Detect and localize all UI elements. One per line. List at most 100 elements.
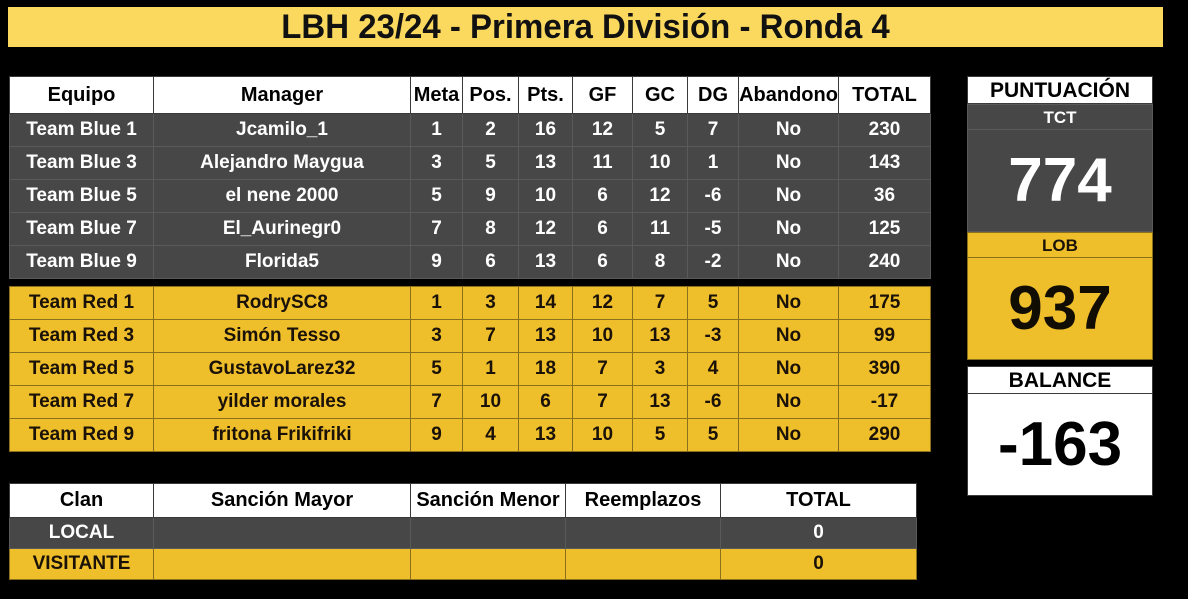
tct-value: 774 <box>967 130 1153 232</box>
cell-manager: Florida5 <box>153 245 411 279</box>
col-header-dg[interactable]: DG <box>687 76 739 114</box>
cell-reemplazos <box>565 517 721 549</box>
table-row[interactable]: Team Blue 9 Florida5 9 6 13 6 8 -2 No 24… <box>9 245 931 279</box>
cell-dg: -6 <box>687 385 739 419</box>
cell-pts: 18 <box>518 352 573 386</box>
standings-header-row: Equipo Manager Meta Pos. Pts. GF GC DG A… <box>9 76 931 114</box>
cell-gf: 6 <box>572 245 633 279</box>
cell-abandono: No <box>738 113 839 147</box>
cell-manager: El_Aurinegr0 <box>153 212 411 246</box>
cell-manager: Simón Tesso <box>153 319 411 353</box>
standings-blue-body: Team Blue 1 Jcamilo_1 1 2 16 12 5 7 No 2… <box>9 113 931 279</box>
cell-dg: -2 <box>687 245 739 279</box>
cell-pts: 16 <box>518 113 573 147</box>
cell-gf: 10 <box>572 319 633 353</box>
cell-meta: 9 <box>410 418 463 452</box>
cell-meta: 5 <box>410 352 463 386</box>
cell-meta: 3 <box>410 319 463 353</box>
col-header-equipo[interactable]: Equipo <box>9 76 154 114</box>
standings-red-body: Team Red 1 RodrySC8 1 3 14 12 7 5 No 175… <box>9 286 931 452</box>
cell-equipo: Team Blue 7 <box>9 212 154 246</box>
cell-gf: 12 <box>572 286 633 320</box>
cell-gf: 6 <box>572 212 633 246</box>
table-row[interactable]: Team Red 9 fritona Frikifriki 9 4 13 10 … <box>9 418 931 452</box>
table-row[interactable]: Team Blue 1 Jcamilo_1 1 2 16 12 5 7 No 2… <box>9 113 931 147</box>
cell-gc: 7 <box>632 286 688 320</box>
title-banner: LBH 23/24 - Primera División - Ronda 4 <box>8 7 1163 47</box>
cell-equipo: Team Red 3 <box>9 319 154 353</box>
scoreboard-title-block: PUNTUACIÓN <box>967 76 1153 104</box>
scoreboard-panel: PUNTUACIÓN TCT 774 LOB 937 BALANCE -163 <box>967 76 1153 496</box>
cell-equipo: Team Blue 5 <box>9 179 154 213</box>
sanctions-table: Clan Sanción Mayor Sanción Menor Reempla… <box>9 483 917 580</box>
col-header-total[interactable]: TOTAL <box>838 76 931 114</box>
col-header-gc[interactable]: GC <box>632 76 688 114</box>
col-header-manager[interactable]: Manager <box>153 76 411 114</box>
cell-meta: 5 <box>410 179 463 213</box>
cell-total: 390 <box>838 352 931 386</box>
standings-table-container: Equipo Manager Meta Pos. Pts. GF GC DG A… <box>9 76 931 452</box>
page-title: LBH 23/24 - Primera División - Ronda 4 <box>281 8 890 46</box>
table-row[interactable]: Team Blue 5 el nene 2000 5 9 10 6 12 -6 … <box>9 179 931 213</box>
col-header-abandono[interactable]: Abandono <box>738 76 839 114</box>
standings-table-red: Team Red 1 RodrySC8 1 3 14 12 7 5 No 175… <box>9 286 931 452</box>
table-row[interactable]: LOCAL 0 <box>9 517 917 549</box>
table-row[interactable]: Team Blue 7 El_Aurinegr0 7 8 12 6 11 -5 … <box>9 212 931 246</box>
table-row[interactable]: Team Red 3 Simón Tesso 3 7 13 10 13 -3 N… <box>9 319 931 353</box>
balance-value: -163 <box>967 394 1153 496</box>
cell-sanctions-total: 0 <box>720 517 917 549</box>
col-header-reemplazos[interactable]: Reemplazos <box>565 483 721 518</box>
cell-total: 230 <box>838 113 931 147</box>
table-row[interactable]: Team Red 5 GustavoLarez32 5 1 18 7 3 4 N… <box>9 352 931 386</box>
tct-label: TCT <box>967 104 1153 130</box>
lob-label: LOB <box>967 232 1153 258</box>
cell-pos: 10 <box>462 385 519 419</box>
cell-dg: 5 <box>687 286 739 320</box>
cell-gc: 8 <box>632 245 688 279</box>
cell-pos: 1 <box>462 352 519 386</box>
cell-total: 36 <box>838 179 931 213</box>
cell-dg: -3 <box>687 319 739 353</box>
table-row[interactable]: Team Blue 3 Alejandro Maygua 3 5 13 11 1… <box>9 146 931 180</box>
col-header-sancion-menor[interactable]: Sanción Menor <box>410 483 566 518</box>
cell-equipo: Team Red 5 <box>9 352 154 386</box>
table-row[interactable]: Team Red 7 yilder morales 7 10 6 7 13 -6… <box>9 385 931 419</box>
sanctions-table-container: Clan Sanción Mayor Sanción Menor Reempla… <box>9 483 917 580</box>
cell-gc: 13 <box>632 319 688 353</box>
table-row[interactable]: VISITANTE 0 <box>9 548 917 580</box>
col-header-sanctions-total[interactable]: TOTAL <box>720 483 917 518</box>
cell-pts: 13 <box>518 245 573 279</box>
col-header-gf[interactable]: GF <box>572 76 633 114</box>
cell-total: 175 <box>838 286 931 320</box>
cell-total: 240 <box>838 245 931 279</box>
cell-meta: 7 <box>410 212 463 246</box>
cell-gf: 10 <box>572 418 633 452</box>
col-header-meta[interactable]: Meta <box>410 76 463 114</box>
cell-abandono: No <box>738 286 839 320</box>
sanctions-body: LOCAL 0 VISITANTE 0 <box>9 517 917 580</box>
cell-abandono: No <box>738 212 839 246</box>
cell-gc: 5 <box>632 418 688 452</box>
cell-equipo: Team Blue 3 <box>9 146 154 180</box>
cell-manager: el nene 2000 <box>153 179 411 213</box>
balance-block: BALANCE -163 <box>967 366 1153 496</box>
scoreboard-title: PUNTUACIÓN <box>967 76 1153 104</box>
col-header-pos[interactable]: Pos. <box>462 76 519 114</box>
cell-pos: 3 <box>462 286 519 320</box>
cell-abandono: No <box>738 418 839 452</box>
cell-gf: 7 <box>572 385 633 419</box>
col-header-pts[interactable]: Pts. <box>518 76 573 114</box>
cell-pos: 8 <box>462 212 519 246</box>
cell-sancion-menor <box>410 548 566 580</box>
cell-gc: 12 <box>632 179 688 213</box>
col-header-sancion-mayor[interactable]: Sanción Mayor <box>153 483 411 518</box>
table-row[interactable]: Team Red 1 RodrySC8 1 3 14 12 7 5 No 175 <box>9 286 931 320</box>
cell-pts: 13 <box>518 319 573 353</box>
cell-meta: 1 <box>410 286 463 320</box>
cell-gc: 10 <box>632 146 688 180</box>
cell-equipo: Team Red 1 <box>9 286 154 320</box>
col-header-clan[interactable]: Clan <box>9 483 154 518</box>
cell-dg: -6 <box>687 179 739 213</box>
standings-table: Equipo Manager Meta Pos. Pts. GF GC DG A… <box>9 76 931 279</box>
cell-pts: 6 <box>518 385 573 419</box>
